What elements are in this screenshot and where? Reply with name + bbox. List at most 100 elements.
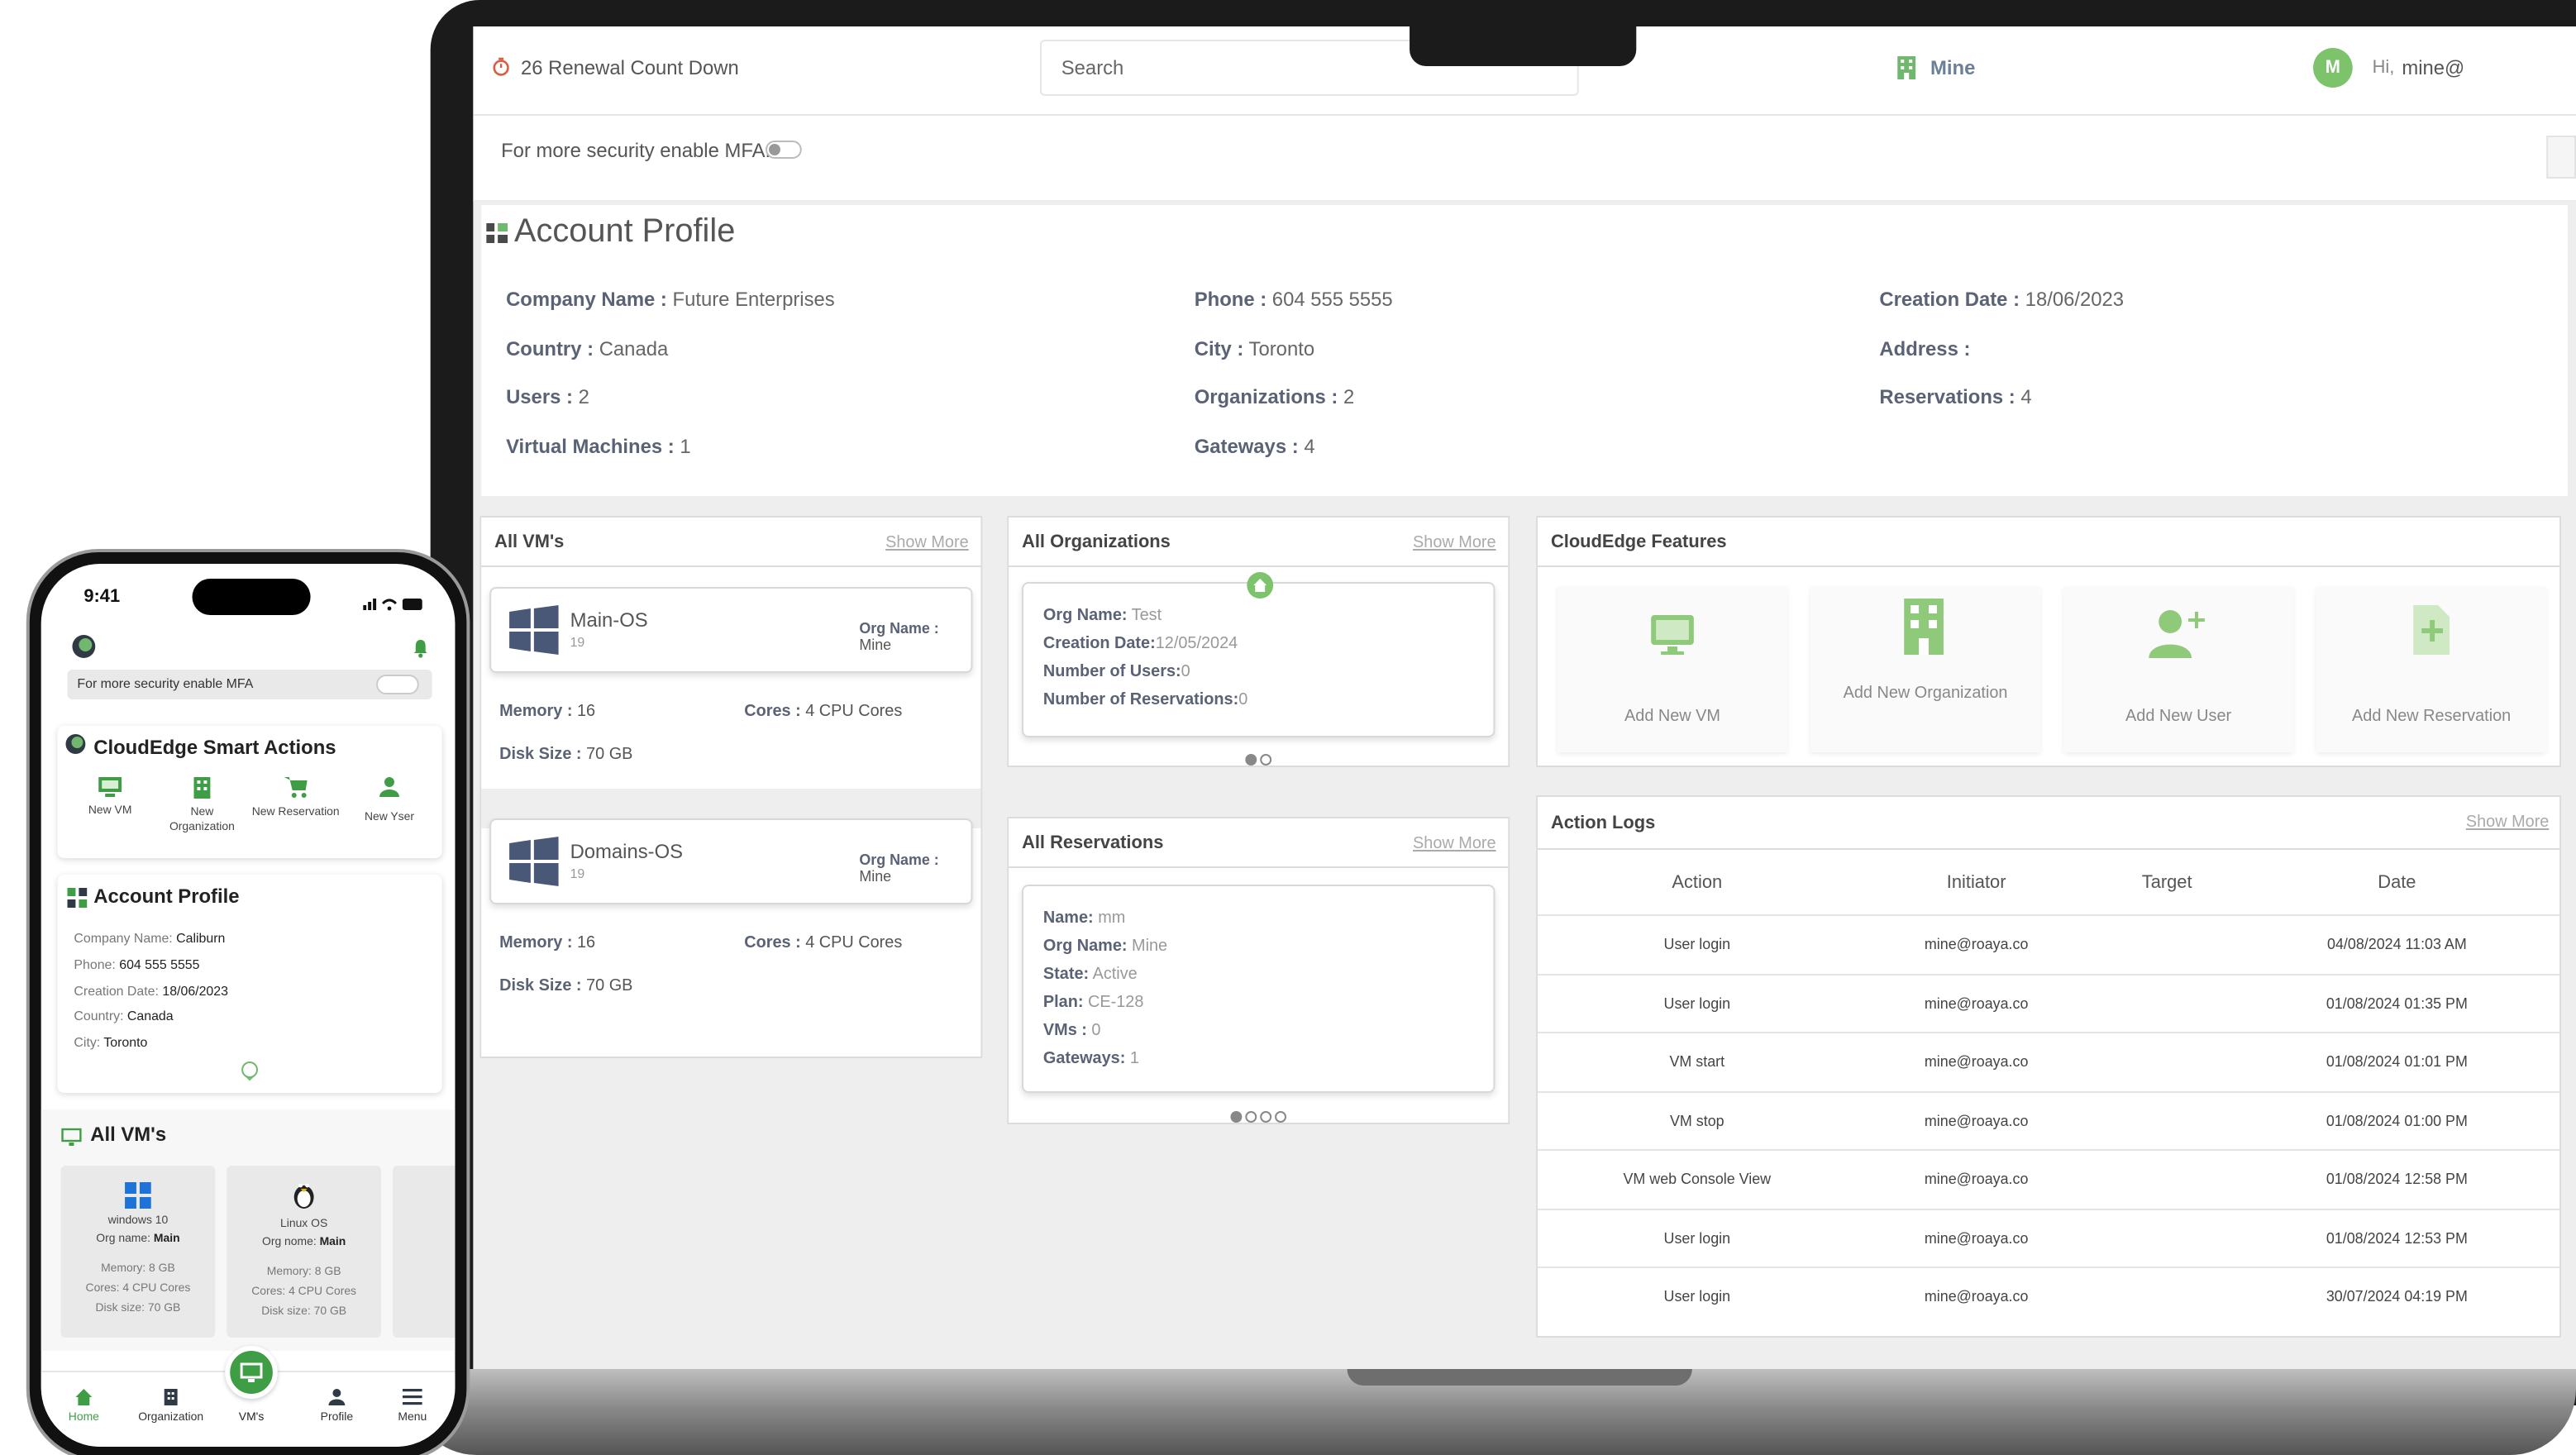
orgs-show-more[interactable]: Show More (1413, 534, 1496, 552)
logs-show-more[interactable]: Show More (2466, 813, 2550, 832)
feature-add-organization[interactable]: Add New Organization (1810, 587, 2041, 752)
action-label: New Organization (169, 807, 235, 833)
feature-add-user[interactable]: Add New User (2063, 587, 2294, 752)
vm-card[interactable]: Domains-OS 19 Org Name : Mine (489, 818, 973, 904)
col-target: Target (2141, 873, 2192, 893)
feature-add-reservation[interactable]: Add New Reservation (2316, 587, 2547, 752)
org-selector[interactable]: Mine (1930, 56, 1975, 79)
linux-icon (291, 1179, 317, 1209)
log-action: VM start (1669, 1053, 1725, 1070)
reservations-show-more[interactable]: Show More (1413, 835, 1496, 853)
refresh-icon[interactable] (2546, 136, 2576, 179)
monitor-icon (225, 1346, 278, 1399)
log-initiator: mine@roaya.co (1924, 1229, 2029, 1246)
windows-icon (125, 1182, 151, 1209)
status-icons (363, 590, 426, 611)
action-new-user[interactable]: New Yser (343, 775, 435, 848)
smart-actions-title: CloudEdge Smart Actions (93, 736, 336, 759)
add-file-icon (2411, 603, 2451, 656)
user-name[interactable]: mine@ (2402, 56, 2464, 79)
phone-profile-title: Account Profile (93, 885, 240, 908)
nav-home[interactable]: Home (51, 1386, 117, 1438)
camera-notch (1410, 26, 1637, 66)
renewal-countdown[interactable]: 26 Renewal Count Down (521, 56, 739, 79)
log-action: VM web Console View (1623, 1171, 1772, 1187)
reservation-card[interactable]: Name: mm Org Name: Mine State: Active Pl… (1022, 885, 1496, 1093)
phone-vm-card[interactable]: Linux OS Org nome: Main Memory: 8 GB Cor… (227, 1166, 382, 1338)
nav-vms[interactable]: VM's (218, 1346, 284, 1438)
org-carousel-dots[interactable] (1243, 744, 1273, 774)
vm-memory: Memory : 16 (499, 934, 596, 952)
feature-add-vm[interactable]: Add New VM (1557, 587, 1788, 752)
action-new-reservation[interactable]: New Reservation (248, 775, 343, 848)
action-label: New VM (88, 805, 132, 817)
phone-field: Company Name: Caliburn (74, 931, 226, 946)
org-card[interactable]: Org Name: Test Creation Date:12/05/2024 … (1022, 582, 1496, 737)
vm-name: Linux OS (280, 1219, 328, 1230)
phone-frame: 9:41 For more security enable MFA CloudE… (26, 549, 470, 1455)
log-row: User login mine@roaya.co 01/08/2024 01:35 … (1538, 973, 2560, 1033)
logs-title: Action Logs (1538, 797, 2560, 850)
nav-label: Organization (138, 1412, 204, 1424)
phone-mfa-toggle[interactable] (376, 675, 419, 694)
home-icon (74, 1386, 93, 1405)
field-city: City : Toronto (1194, 337, 1315, 360)
log-date: 01/08/2024 01:35 PM (2326, 995, 2468, 1011)
nav-menu[interactable]: Menu (379, 1386, 445, 1438)
log-initiator: mine@roaya.co (1924, 1171, 2029, 1187)
field-creation-date: Creation Date : 18/06/2023 (1879, 288, 2125, 311)
vm-card[interactable]: Main-OS 19 Org Name : Mine (489, 587, 973, 673)
nav-organization[interactable]: Organization (126, 1386, 215, 1438)
phone-mfa-label: For more security enable MFA (77, 676, 254, 691)
user-avatar[interactable]: M (2313, 48, 2353, 88)
reservation-line: Name: mm (1042, 909, 1126, 928)
log-row: User login mine@roaya.co 04/08/2024 11:03 … (1538, 914, 2560, 974)
profile-grid-icon (486, 222, 509, 245)
vm-disk: Disk size: 70 GB (95, 1303, 181, 1314)
reservation-line: Plan: CE-128 (1042, 994, 1144, 1012)
vm-name: windows 10 (107, 1215, 169, 1227)
cart-icon (283, 775, 309, 799)
vm-disk: Disk Size : 70 GB (499, 746, 633, 764)
building-icon (1896, 55, 1917, 81)
phone-field: City: Toronto (74, 1035, 148, 1050)
phone-vm-card-partial[interactable] (392, 1166, 456, 1338)
col-action: Action (1672, 873, 1723, 893)
log-row: VM stop mine@roaya.co 01/08/2024 01:00 PM (1538, 1090, 2560, 1150)
phone-vm-card[interactable]: windows 10 Org name: Main Memory: 8 GB C… (60, 1166, 216, 1338)
log-date: 01/08/2024 12:53 PM (2326, 1229, 2468, 1246)
action-new-vm[interactable]: New VM (64, 775, 156, 848)
phone-field: Country: Canada (74, 1009, 174, 1023)
vm-cores: Cores : 4 CPU Cores (744, 703, 903, 721)
nav-profile[interactable]: Profile (304, 1386, 370, 1438)
log-initiator: mine@roaya.co (1924, 995, 2029, 1011)
reservation-line: Gateways: 1 (1042, 1050, 1139, 1068)
mfa-toggle[interactable] (766, 141, 802, 159)
field-address: Address : (1879, 337, 1971, 360)
field-gateways: Gateways : 4 (1194, 435, 1315, 458)
vms-show-more[interactable]: Show More (885, 534, 969, 552)
phone-profile-card: Account Profile Company Name: Caliburn P… (57, 875, 442, 1093)
user-icon (378, 775, 401, 799)
account-profile-card: Account Profile Company Name : Future En… (481, 205, 2569, 496)
marketing-mockup: 26 Renewal Count Down Search Mine M Hi, … (0, 0, 2576, 1455)
field-country: Country : Canada (506, 337, 669, 360)
log-initiator: mine@roaya.co (1924, 1112, 2029, 1128)
log-row: User login mine@roaya.co 30/07/2024 04:19 … (1538, 1267, 2560, 1326)
reservation-carousel-dots[interactable] (1228, 1101, 1288, 1131)
action-new-organization[interactable]: New Organization (156, 775, 248, 848)
org-line: Org Name: Test (1042, 607, 1162, 625)
greeting: Hi, (2372, 58, 2395, 78)
mfa-bar: For more security enable MFA: (473, 116, 2576, 202)
bell-icon[interactable] (413, 637, 429, 658)
expand-down-icon[interactable] (241, 1061, 258, 1081)
col-date: Date (2378, 873, 2416, 893)
feature-label: Add New Reservation (2352, 708, 2512, 726)
reservation-line: Org Name: Mine (1042, 937, 1168, 956)
nav-label: Menu (398, 1412, 427, 1424)
vm-name: Domains-OS (570, 840, 684, 863)
timer-icon (491, 55, 511, 76)
phone-field: Creation Date: 18/06/2023 (74, 984, 228, 999)
field-reservations: Reservations : 4 (1879, 385, 2032, 408)
log-initiator: mine@roaya.co (1924, 936, 2029, 952)
